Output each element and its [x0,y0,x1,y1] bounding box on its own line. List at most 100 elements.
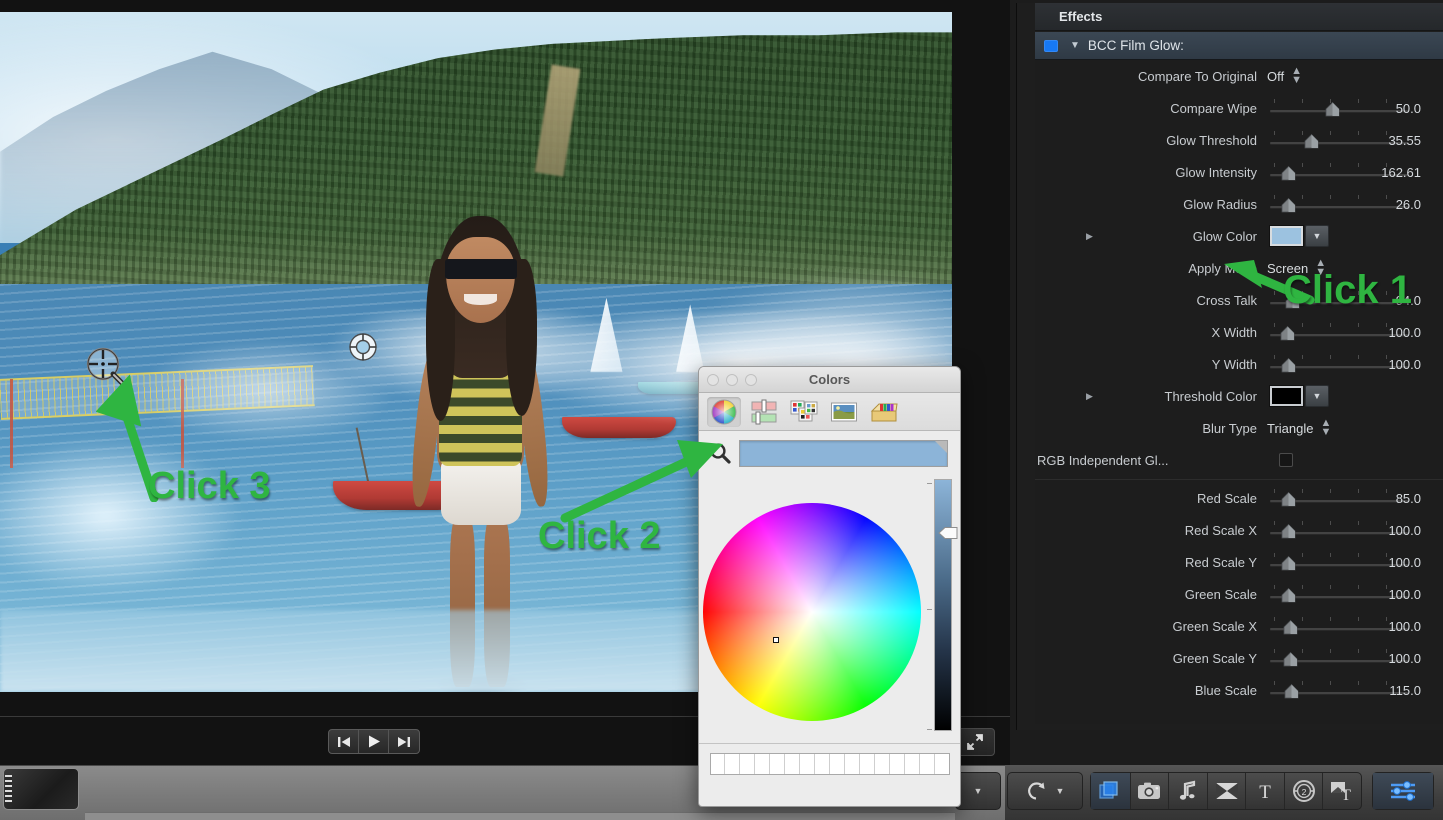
selected-color-field[interactable] [739,439,948,467]
color-swatch-cell[interactable] [815,754,830,774]
param-popup-menu[interactable]: Off ▲ ▼ [1267,66,1302,86]
crayons-tool[interactable] [867,397,901,427]
color-swatch[interactable] [1270,226,1303,246]
color-swatch-cell[interactable] [889,754,905,774]
slider-knob[interactable] [1281,555,1296,571]
param-slider[interactable] [1270,354,1408,374]
param-checkbox[interactable] [1279,453,1293,467]
brightness-slider[interactable] [934,479,952,731]
param-value[interactable]: 100.0 [1388,619,1421,634]
brightness-slider-knob[interactable] [938,526,958,540]
chevron-right-icon[interactable]: ▶ [1086,231,1093,242]
tool-caret-button[interactable]: ▼ [956,773,1000,809]
slider-knob[interactable] [1281,165,1296,181]
color-palettes-tool[interactable] [787,397,821,427]
color-swatch-cell[interactable] [800,754,816,774]
param-popup-menu[interactable]: Triangle ▲ ▼ [1267,418,1331,438]
color-sliders-tool[interactable] [747,397,781,427]
inspector-button[interactable] [1373,773,1433,809]
param-slider[interactable] [1270,130,1408,150]
param-color-control: ▼ [1270,385,1329,407]
effect-enable-checkbox[interactable] [1044,39,1058,52]
param-slider[interactable] [1270,488,1408,508]
param-slider[interactable] [1270,648,1408,668]
slider-knob[interactable] [1281,197,1296,213]
param-value[interactable]: 115.0 [1389,683,1421,698]
tab-effects[interactable]: Effects [1059,9,1102,24]
color-swatch-cell[interactable] [725,754,741,774]
color-wheel-tool[interactable] [707,396,741,427]
color-swatch-cell[interactable] [770,754,786,774]
color-wheel-marker[interactable] [773,637,779,643]
titles-browser-button[interactable]: T [1246,773,1285,809]
slider-knob[interactable] [1283,619,1298,635]
param-value[interactable]: 100.0 [1388,325,1421,340]
param-value[interactable]: 85.0 [1396,491,1421,506]
themes-browser-button[interactable]: T [1323,773,1361,809]
slider-knob[interactable] [1281,587,1296,603]
param-value[interactable]: 100.0 [1388,587,1421,602]
color-swatch-cell[interactable] [904,754,920,774]
param-value[interactable]: 100.0 [1388,555,1421,570]
slider-knob[interactable] [1284,683,1299,699]
color-swatch-row[interactable] [709,753,950,775]
onscreen-center-point-control[interactable] [348,332,378,362]
param-slider[interactable] [1270,584,1408,604]
retime-button[interactable]: ▼ [1008,773,1082,809]
photos-browser-button[interactable] [1131,773,1170,809]
slider-knob[interactable] [1281,357,1296,373]
slider-knob[interactable] [1281,491,1296,507]
color-swatch-cell[interactable] [755,754,771,774]
color-swatch-cell[interactable] [844,754,860,774]
param-slider[interactable] [1270,616,1408,636]
color-wheel[interactable] [703,503,921,721]
param-slider[interactable] [1270,98,1408,118]
param-value[interactable]: 162.61 [1381,165,1421,180]
param-slider[interactable] [1270,520,1408,540]
color-menu-button[interactable]: ▼ [1305,225,1329,247]
color-swatch-cell[interactable] [830,754,845,774]
param-label: Compare To Original [1138,68,1257,84]
param-value[interactable]: 100.0 [1388,523,1421,538]
chevron-right-icon[interactable]: ▶ [1086,391,1093,402]
param-value[interactable]: 50.0 [1396,101,1421,116]
effect-header-bcc-film-glow[interactable]: ▼ BCC Film Glow: [1035,32,1443,60]
viewer-expand-button[interactable] [955,728,995,756]
timeline-strip[interactable] [85,812,955,820]
color-swatch-cell[interactable] [785,754,801,774]
param-value[interactable]: 35.55 [1388,133,1421,148]
music-browser-button[interactable] [1169,773,1208,809]
color-menu-button[interactable]: ▼ [1305,385,1329,407]
transitions-browser-button[interactable] [1208,773,1247,809]
color-swatch-cell[interactable] [740,754,756,774]
slider-track[interactable] [1270,142,1408,144]
color-swatch-cell[interactable] [934,754,949,774]
generators-browser-button[interactable]: 2 [1285,773,1324,809]
colors-dialog-titlebar[interactable]: Colors [699,367,960,393]
go-to-end-button[interactable] [389,730,419,753]
resize-grip-icon[interactable] [824,798,836,804]
param-slider[interactable] [1270,680,1408,700]
slider-knob[interactable] [1280,325,1295,341]
color-swatch-cell[interactable] [859,754,875,774]
param-slider[interactable] [1270,322,1408,342]
timeline-clip-thumbnail[interactable] [3,768,79,810]
color-swatch-cell[interactable] [710,754,726,774]
effects-browser-button[interactable] [1091,773,1131,809]
param-value[interactable]: 100.0 [1388,651,1421,666]
param-value[interactable]: 100.0 [1388,357,1421,372]
slider-knob[interactable] [1283,651,1298,667]
go-to-start-button[interactable] [329,730,359,753]
param-value[interactable]: 26.0 [1396,197,1421,212]
color-swatch-cell[interactable] [874,754,890,774]
param-slider[interactable] [1270,552,1408,572]
chevron-down-icon[interactable]: ▼ [1070,40,1080,51]
image-palettes-tool[interactable] [827,397,861,427]
slider-knob[interactable] [1281,523,1296,539]
param-slider[interactable] [1270,194,1408,214]
slider-knob[interactable] [1325,101,1340,117]
slider-knob[interactable] [1304,133,1319,149]
color-swatch[interactable] [1270,386,1303,406]
color-swatch-cell[interactable] [919,754,935,774]
play-button[interactable] [359,730,389,753]
